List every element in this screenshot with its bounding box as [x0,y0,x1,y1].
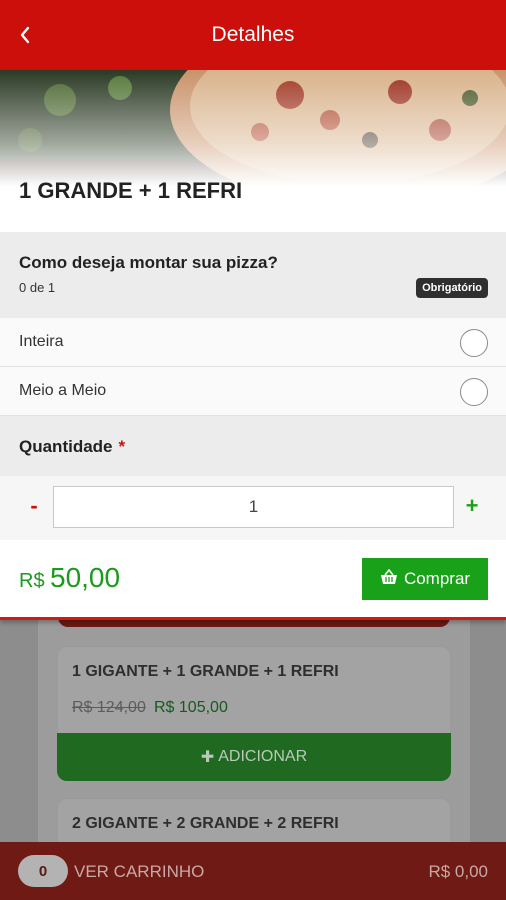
required-badge: Obrigatório [416,278,488,298]
view-cart-label[interactable]: VER CARRINHO [74,862,204,882]
chevron-left-icon[interactable] [14,22,36,48]
option-radio[interactable] [460,329,488,357]
increment-button[interactable]: + [462,494,482,518]
background-add-button: ✚ ADICIONAR [57,733,451,781]
background-card-title: 2 GIGANTE + 2 GRANDE + 2 REFRI [72,815,339,832]
total-currency: R$ [19,570,45,592]
decrement-button[interactable]: - [24,494,44,518]
buy-button[interactable]: Comprar [362,558,488,600]
option-group-count: 0 de 1 [19,280,56,295]
buy-button-label: Comprar [403,569,471,588]
background-card: 1 GIGANTE + 1 GRANDE + 1 REFRI R$ 124,00… [57,646,451,781]
cart-count-badge: 0 [18,855,68,887]
quantity-label: Quantidade [19,437,113,456]
background-card-old-price: R$ 124,00 [72,699,146,716]
option-group-header: Como deseja montar sua pizza? 0 de 1 Obr… [0,232,506,318]
option-meio-a-meio[interactable]: Meio a Meio [0,367,506,416]
plus-icon: ✚ [200,749,215,766]
option-label: Inteira [19,333,64,350]
app-bar: Detalhes [0,0,506,70]
cart-total: R$ 0,00 [428,862,488,881]
option-radio[interactable] [460,378,488,406]
total-amount: 50,00 [50,562,121,593]
option-group-question: Como deseja montar sua pizza? [19,253,278,272]
background-card-new-price: R$ 105,00 [154,699,228,716]
quantity-input[interactable] [53,486,454,528]
product-hero: 1 GRANDE + 1 REFRI [0,70,506,232]
background-card-title: 1 GIGANTE + 1 GRANDE + 1 REFRI [72,663,339,680]
total-bar: R$ 50,00 Comprar [0,540,506,620]
background-add-label: ADICIONAR [218,748,308,765]
page-title: Detalhes [211,23,295,46]
option-inteira[interactable]: Inteira [0,318,506,367]
option-label: Meio a Meio [19,382,107,399]
basket-icon [380,568,398,590]
product-name: 1 GRANDE + 1 REFRI [19,178,243,203]
required-asterisk: * [118,437,126,456]
cart-bar[interactable]: 0 VER CARRINHO R$ 0,00 [0,842,506,900]
quantity-stepper: - + [0,476,506,540]
quantity-header: Quantidade * [0,416,506,476]
